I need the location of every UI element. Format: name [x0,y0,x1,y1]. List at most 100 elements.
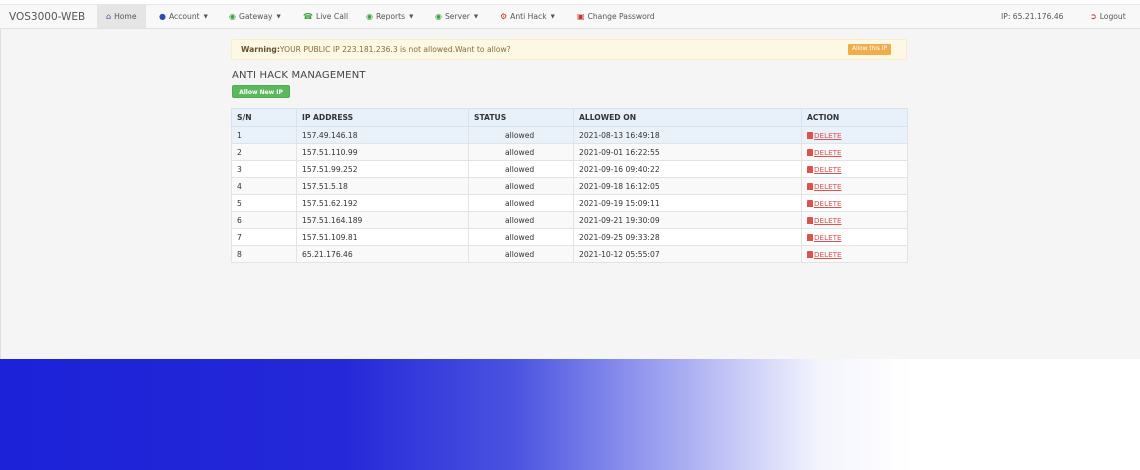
gradient-banner [0,359,1140,470]
cell-action: DELETE [801,177,908,195]
nav-server[interactable]: ◉ Server ▼ [435,5,478,28]
cell-allowed-on: 2021-08-13 16:49:18 [573,126,802,144]
nav-reports[interactable]: ◉ Reports ▼ [366,5,413,28]
cell-allowed-on: 2021-09-21 19:30:09 [573,211,802,229]
cell-action: DELETE [801,211,908,229]
nav-live-call[interactable]: ☎ Live Call [303,5,348,28]
nav-change-password-label: Change Password [587,12,655,21]
ip-table: S/N IP ADDRESS STATUS ALLOWED ON ACTION … [231,108,908,263]
table-row: 2 157.51.110.99 allowed 2021-09-01 16:22… [231,143,908,161]
cell-action: DELETE [801,194,908,212]
cell-sn: 7 [231,228,297,246]
delete-link[interactable]: DELETE [807,165,842,174]
cell-allowed-on: 2021-09-18 16:12:05 [573,177,802,195]
cell-action: DELETE [801,160,908,178]
globe-icon: ◉ [366,12,373,21]
cell-ip: 157.51.164.189 [296,211,469,229]
delete-label: DELETE [814,130,842,140]
table-row: 7 157.51.109.81 allowed 2021-09-25 09:33… [231,228,908,246]
cell-ip: 157.49.146.18 [296,126,469,144]
user-icon: ● [159,12,166,21]
nav-logout[interactable]: ➲ Logout [1090,5,1126,28]
cell-allowed-on: 2021-09-19 15:09:11 [573,194,802,212]
table-row: 5 157.51.62.192 allowed 2021-09-19 15:09… [231,194,908,212]
trash-icon [807,199,813,207]
table-row: 4 157.51.5.18 allowed 2021-09-18 16:12:0… [231,177,908,195]
delete-link[interactable]: DELETE [807,233,842,242]
delete-link[interactable]: DELETE [807,148,842,157]
allow-this-ip-button[interactable]: Allow this IP [848,44,891,55]
delete-link[interactable]: DELETE [807,250,842,259]
column-header-status: STATUS [468,108,574,127]
trash-icon [807,131,813,139]
cell-action: DELETE [801,143,908,161]
cell-allowed-on: 2021-09-16 09:40:22 [573,160,802,178]
logout-icon: ➲ [1090,12,1097,21]
cell-ip: 157.51.109.81 [296,228,469,246]
column-header-allowed-on: ALLOWED ON [573,108,802,127]
cell-ip: 65.21.176.46 [296,245,469,263]
cell-ip: 157.51.5.18 [296,177,469,195]
table-header-row: S/N IP ADDRESS STATUS ALLOWED ON ACTION [231,108,908,127]
globe-icon: ◉ [435,12,442,21]
column-header-sn: S/N [231,108,297,127]
cell-sn: 6 [231,211,297,229]
delete-link[interactable]: DELETE [807,182,842,191]
trash-icon [807,182,813,190]
cell-allowed-on: 2021-09-25 09:33:28 [573,228,802,246]
cell-action: DELETE [801,126,908,144]
cell-sn: 3 [231,160,297,178]
warning-label: Warning: [241,45,280,54]
chevron-down-icon: ▼ [409,14,414,20]
cell-allowed-on: 2021-09-01 16:22:55 [573,143,802,161]
cell-status: allowed [468,143,574,161]
cell-action: DELETE [801,245,908,263]
brand-logo[interactable]: VOS3000-WEB [9,11,85,23]
cell-status: allowed [468,194,574,212]
trash-icon [807,216,813,224]
lock-icon: ▣ [577,12,585,21]
nav-anti-hack[interactable]: ⚙ Anti Hack ▼ [500,5,555,28]
page-title: ANTI HACK MANAGEMENT [232,70,366,81]
cell-sn: 4 [231,177,297,195]
nav-gateway[interactable]: ◉ Gateway ▼ [229,5,281,28]
cell-allowed-on: 2021-10-12 05:55:07 [573,245,802,263]
cell-sn: 2 [231,143,297,161]
delete-label: DELETE [814,249,842,259]
cell-sn: 1 [231,126,297,144]
cell-status: allowed [468,160,574,178]
cell-status: allowed [468,228,574,246]
nav-anti-hack-label: Anti Hack [510,12,547,21]
cell-sn: 5 [231,194,297,212]
globe-icon: ◉ [229,12,236,21]
cell-ip: 157.51.62.192 [296,194,469,212]
warning-alert: Warning:YOUR PUBLIC IP 223.181.236.3 is … [231,39,907,60]
nav-home[interactable]: ⌂ Home [97,5,146,28]
nav-logout-label: Logout [1099,12,1126,21]
navbar: VOS3000-WEB ⌂ Home ● Account ▼ ◉ Gateway ▼ ☎ L… [0,5,1140,29]
delete-link[interactable]: DELETE [807,199,842,208]
table-row: 8 65.21.176.46 allowed 2021-10-12 05:55:… [231,245,908,263]
home-icon: ⌂ [106,12,112,21]
table-row: 1 157.49.146.18 allowed 2021-08-13 16:49… [231,126,908,144]
delete-link[interactable]: DELETE [807,216,842,225]
nav-change-password[interactable]: ▣ Change Password [577,5,655,28]
delete-label: DELETE [814,198,842,208]
nav-account[interactable]: ● Account ▼ [159,5,208,28]
trash-icon [807,233,813,241]
delete-link[interactable]: DELETE [807,131,842,140]
ip-info: IP: 65.21.176.46 [1001,12,1064,21]
nav-account-label: Account [168,12,200,21]
allow-new-ip-button[interactable]: Allow New IP [232,85,290,98]
warning-text: Warning:YOUR PUBLIC IP 223.181.236.3 is … [241,40,511,59]
nav-live-call-label: Live Call [315,12,349,21]
table-row: 6 157.51.164.189 allowed 2021-09-21 19:3… [231,211,908,229]
delete-label: DELETE [814,164,842,174]
column-header-action: ACTION [801,108,908,127]
cell-status: allowed [468,177,574,195]
delete-label: DELETE [814,181,842,191]
table-row: 3 157.51.99.252 allowed 2021-09-16 09:40… [231,160,908,178]
phone-icon: ☎ [303,12,313,21]
gear-icon: ⚙ [500,12,508,21]
cell-ip: 157.51.110.99 [296,143,469,161]
